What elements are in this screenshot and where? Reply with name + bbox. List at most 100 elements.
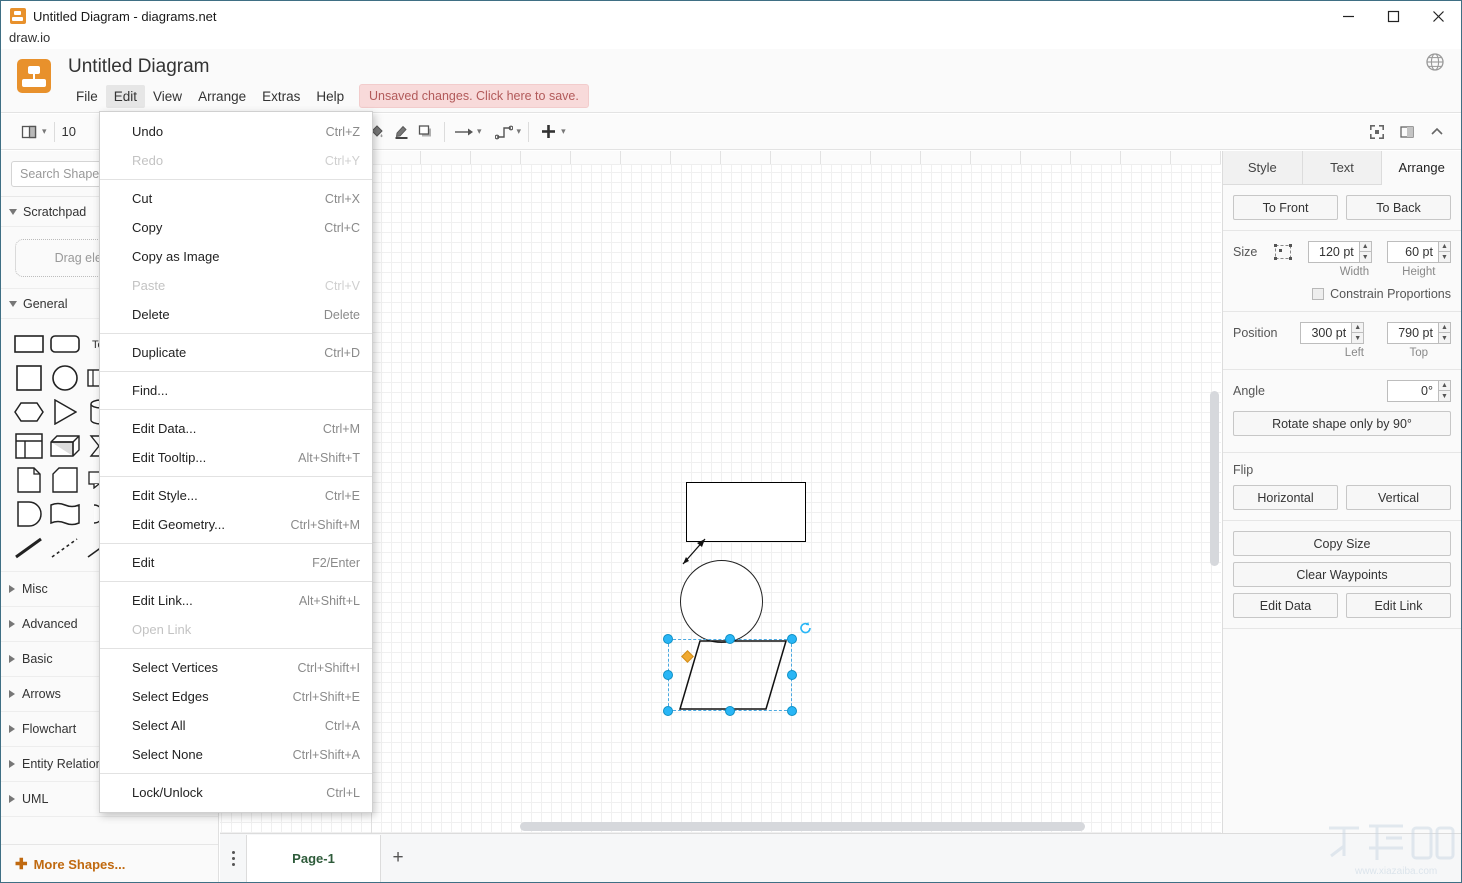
resize-handle-sw[interactable]: [663, 706, 673, 716]
auto-size-icon[interactable]: [1273, 243, 1293, 261]
top-decrement[interactable]: ▼: [1437, 333, 1451, 344]
resize-handle-nw[interactable]: [663, 634, 673, 644]
waypoints-button[interactable]: [492, 120, 516, 144]
height-decrement[interactable]: ▼: [1437, 252, 1451, 263]
page-tab-page-1[interactable]: Page-1: [246, 834, 381, 882]
resize-handle-n[interactable]: [725, 634, 735, 644]
shape-table[interactable]: [11, 429, 47, 463]
ctx-item-select-all[interactable]: Select All Ctrl+A: [100, 711, 372, 740]
arrow-style-button[interactable]: [452, 120, 476, 144]
ctx-item-edit-geometry[interactable]: Edit Geometry... Ctrl+Shift+M: [100, 510, 372, 539]
more-shapes-button[interactable]: ✚ More Shapes...: [1, 844, 218, 882]
top-input[interactable]: [1386, 322, 1439, 344]
add-page-button[interactable]: +: [381, 835, 415, 882]
menu-view[interactable]: View: [145, 85, 190, 108]
ctx-item-edit-link[interactable]: Edit Link... Alt+Shift+L: [100, 586, 372, 615]
resize-handle-ne[interactable]: [787, 634, 797, 644]
line-color-button[interactable]: [389, 120, 413, 144]
top-increment[interactable]: ▲: [1437, 322, 1451, 333]
waypoints-caret-icon[interactable]: ▾: [517, 126, 522, 137]
edit-data-button[interactable]: Edit Data: [1233, 593, 1338, 618]
shape-hexagon[interactable]: [11, 395, 47, 429]
shape-card[interactable]: [47, 463, 83, 497]
view-layout-button[interactable]: [17, 120, 41, 144]
flip-horizontal-button[interactable]: Horizontal: [1233, 485, 1338, 510]
arrow-style-caret-icon[interactable]: ▾: [477, 126, 482, 137]
shape-rounded-rectangle[interactable]: [47, 327, 83, 361]
ctx-item-duplicate[interactable]: Duplicate Ctrl+D: [100, 338, 372, 367]
clear-waypoints-button[interactable]: Clear Waypoints: [1233, 562, 1451, 587]
shape-square[interactable]: [11, 361, 47, 395]
shape-cube[interactable]: [47, 429, 83, 463]
rotate-shape-button[interactable]: Rotate shape only by 90°: [1233, 411, 1451, 436]
to-back-button[interactable]: To Back: [1346, 195, 1451, 220]
angle-decrement[interactable]: ▼: [1438, 391, 1451, 402]
resize-handle-e[interactable]: [787, 670, 797, 680]
shape-circle[interactable]: [47, 361, 83, 395]
resize-handle-w[interactable]: [663, 670, 673, 680]
tab-arrange[interactable]: Arrange: [1382, 151, 1461, 185]
ctx-item-cut[interactable]: Cut Ctrl+X: [100, 184, 372, 213]
menu-file[interactable]: File: [68, 85, 106, 108]
left-decrement[interactable]: ▼: [1351, 333, 1365, 344]
ctx-item-select-vertices[interactable]: Select Vertices Ctrl+Shift+I: [100, 653, 372, 682]
shape-rectangle[interactable]: [11, 327, 47, 361]
ctx-item-delete[interactable]: Delete Delete: [100, 300, 372, 329]
canvas-vertical-scrollbar[interactable]: [1210, 391, 1219, 566]
menu-edit[interactable]: Edit: [105, 85, 146, 108]
width-increment[interactable]: ▲: [1358, 241, 1372, 252]
add-shape-button[interactable]: [536, 120, 560, 144]
left-input[interactable]: [1300, 322, 1353, 344]
format-panel-toggle[interactable]: [1395, 120, 1419, 144]
close-button[interactable]: [1416, 1, 1461, 31]
language-globe-icon[interactable]: [1425, 52, 1445, 72]
pages-menu-button[interactable]: [220, 834, 246, 883]
zoom-level[interactable]: 10: [62, 124, 76, 139]
canvas-horizontal-scrollbar[interactable]: [520, 822, 1085, 831]
fullscreen-button[interactable]: [1365, 120, 1389, 144]
shape-line-dashed[interactable]: [47, 531, 83, 565]
left-increment[interactable]: ▲: [1351, 322, 1365, 333]
shape-tape-2[interactable]: [47, 497, 83, 531]
resize-handle-s[interactable]: [725, 706, 735, 716]
canvas-shape-circle[interactable]: [680, 560, 763, 643]
ctx-item-find[interactable]: Find...: [100, 376, 372, 405]
shape-triangle[interactable]: [47, 395, 83, 429]
to-front-button[interactable]: To Front: [1233, 195, 1338, 220]
ctx-item-undo[interactable]: Undo Ctrl+Z: [100, 117, 372, 146]
angle-increment[interactable]: ▲: [1438, 380, 1451, 391]
width-input[interactable]: [1307, 241, 1360, 263]
flip-vertical-button[interactable]: Vertical: [1346, 485, 1451, 510]
resize-handle-se[interactable]: [787, 706, 797, 716]
ctx-item-edit-style[interactable]: Edit Style... Ctrl+E: [100, 481, 372, 510]
canvas-shape-rectangle[interactable]: [686, 482, 806, 542]
ctx-item-lock-unlock[interactable]: Lock/Unlock Ctrl+L: [100, 778, 372, 807]
height-input[interactable]: [1386, 241, 1439, 263]
rotate-handle-icon[interactable]: [799, 621, 813, 635]
shape-line-solid[interactable]: [11, 531, 47, 565]
menu-arrange[interactable]: Arrange: [190, 85, 254, 108]
angle-input[interactable]: [1387, 380, 1439, 402]
shadow-button[interactable]: [413, 120, 437, 144]
add-shape-caret-icon[interactable]: ▾: [561, 126, 566, 137]
maximize-button[interactable]: [1371, 1, 1416, 31]
ctx-item-copy[interactable]: Copy Ctrl+C: [100, 213, 372, 242]
ctx-item-edit-data[interactable]: Edit Data... Ctrl+M: [100, 414, 372, 443]
ctx-item-select-edges[interactable]: Select Edges Ctrl+Shift+E: [100, 682, 372, 711]
minimize-button[interactable]: [1326, 1, 1371, 31]
collapse-toolbar-button[interactable]: [1425, 120, 1449, 144]
constrain-proportions-checkbox[interactable]: [1312, 288, 1325, 300]
edit-link-button[interactable]: Edit Link: [1346, 593, 1451, 618]
copy-size-button[interactable]: Copy Size: [1233, 531, 1451, 556]
view-layout-caret-icon[interactable]: ▾: [42, 126, 47, 137]
shape-semicircle[interactable]: [11, 497, 47, 531]
menu-extras[interactable]: Extras: [254, 85, 308, 108]
ctx-item-copy-as-image[interactable]: Copy as Image: [100, 242, 372, 271]
canvas-shape-parallelogram-selected[interactable]: [663, 622, 811, 716]
height-increment[interactable]: ▲: [1437, 241, 1451, 252]
ctx-item-edit-tooltip[interactable]: Edit Tooltip... Alt+Shift+T: [100, 443, 372, 472]
width-decrement[interactable]: ▼: [1358, 252, 1372, 263]
tab-text[interactable]: Text: [1302, 151, 1383, 184]
unsaved-changes-banner[interactable]: Unsaved changes. Click here to save.: [359, 84, 589, 108]
ctx-item-edit[interactable]: Edit F2/Enter: [100, 548, 372, 577]
